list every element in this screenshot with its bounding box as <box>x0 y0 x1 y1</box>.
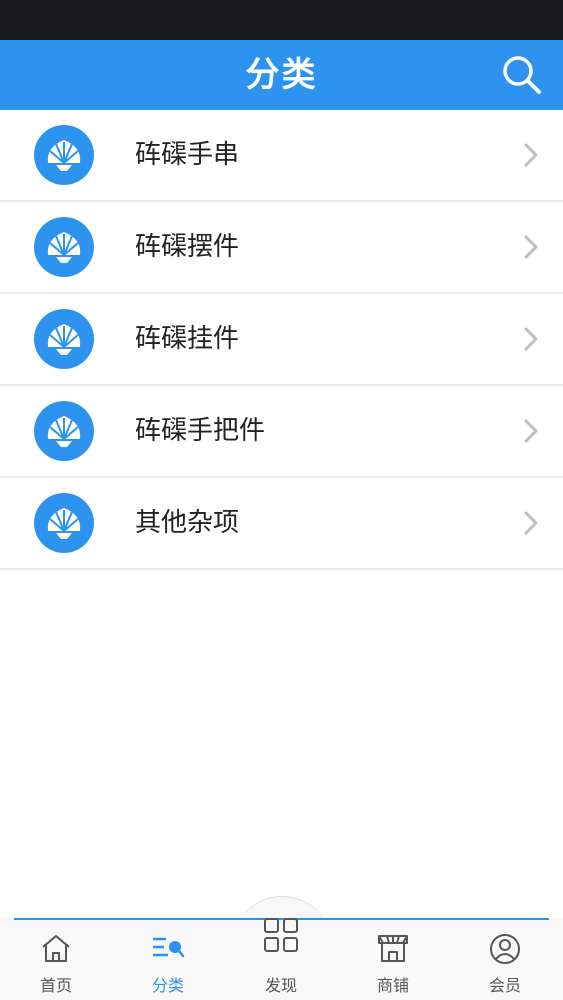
shell-icon <box>34 493 94 553</box>
chevron-right-icon <box>524 235 538 259</box>
tab-category[interactable]: 分类 <box>128 918 208 1000</box>
tab-home[interactable]: 首页 <box>16 918 96 1000</box>
category-item[interactable]: 砗磲挂件 <box>0 294 563 386</box>
tab-store[interactable]: 商铺 <box>353 918 433 1000</box>
chevron-right-icon <box>524 419 538 443</box>
category-label: 其他杂项 <box>135 508 240 538</box>
shell-icon <box>34 401 94 461</box>
user-icon <box>490 934 520 964</box>
category-label: 砗磲挂件 <box>135 324 240 354</box>
tab-label: 分类 <box>151 976 184 995</box>
chevron-right-icon <box>524 327 538 351</box>
tab-label: 发现 <box>264 976 297 995</box>
search-button[interactable] <box>501 54 543 96</box>
bottom-tab-bar: 首页 分类 发现 商铺 会员 <box>0 918 563 1000</box>
tab-member[interactable]: 会员 <box>465 918 545 1000</box>
category-item[interactable]: 砗磲摆件 <box>0 202 563 294</box>
status-bar <box>0 0 563 40</box>
category-label: 砗磲手串 <box>135 140 240 170</box>
shell-icon <box>34 217 94 277</box>
home-icon <box>42 935 70 962</box>
tab-label: 会员 <box>488 976 521 995</box>
grid-icon <box>264 918 298 952</box>
shell-icon <box>34 125 94 185</box>
category-label: 砗磲手把件 <box>135 416 266 446</box>
category-list: 砗磲手串 砗磲摆件 砗磲挂件 砗磲手把件 其他杂项 <box>0 110 563 570</box>
tab-discover[interactable]: 发现 <box>241 918 321 1000</box>
page-title: 分类 <box>245 55 318 95</box>
category-icon <box>153 937 185 958</box>
store-icon <box>378 935 408 962</box>
chevron-right-icon <box>524 143 538 167</box>
search-icon <box>503 56 541 94</box>
shell-icon <box>34 309 94 369</box>
tab-label: 首页 <box>39 976 72 995</box>
category-label: 砗磲摆件 <box>135 232 240 262</box>
category-item[interactable]: 砗磲手把件 <box>0 386 563 478</box>
category-item[interactable]: 砗磲手串 <box>0 110 563 202</box>
tab-label: 商铺 <box>376 976 409 995</box>
app-header: 分类 <box>0 40 563 110</box>
chevron-right-icon <box>524 511 538 535</box>
category-item[interactable]: 其他杂项 <box>0 478 563 570</box>
